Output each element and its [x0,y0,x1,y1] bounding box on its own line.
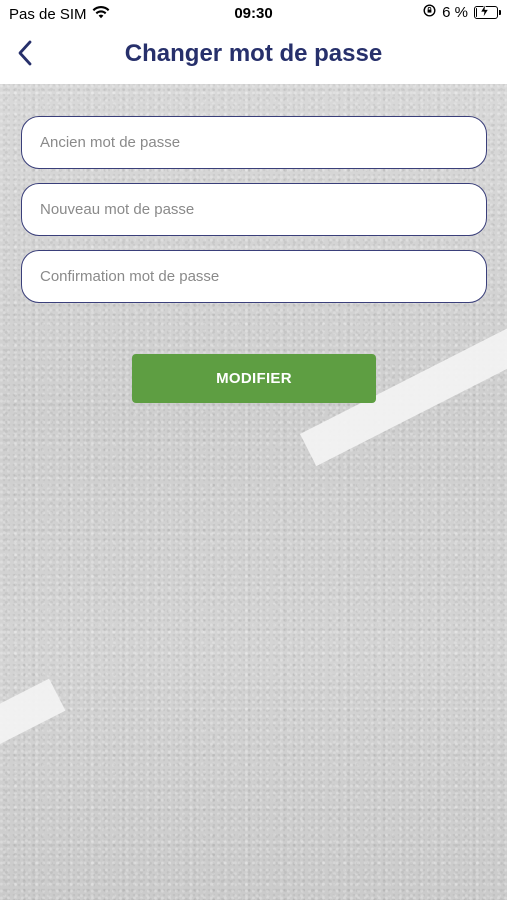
orientation-lock-icon [423,4,436,21]
confirm-password-input[interactable] [38,267,470,286]
battery-fill [476,8,477,17]
charging-bolt-icon [479,3,490,22]
status-right: 6 % [423,3,501,22]
new-password-input[interactable] [38,200,470,219]
status-bar: Pas de SIM 09:30 6 % [0,0,507,27]
battery-percent: 6 % [442,4,468,21]
content-area: MODIFIER [0,84,507,900]
road-marking [0,678,66,757]
confirm-password-field[interactable] [21,250,487,303]
page-title: Changer mot de passe [124,40,383,67]
change-password-screen: Pas de SIM 09:30 6 % Changer mot de pass… [0,0,507,900]
battery-icon [474,3,501,22]
modify-button[interactable]: MODIFIER [132,354,376,403]
old-password-field[interactable] [21,116,487,169]
new-password-field[interactable] [21,183,487,236]
old-password-input[interactable] [38,133,470,152]
nav-header: Changer mot de passe [0,27,507,84]
